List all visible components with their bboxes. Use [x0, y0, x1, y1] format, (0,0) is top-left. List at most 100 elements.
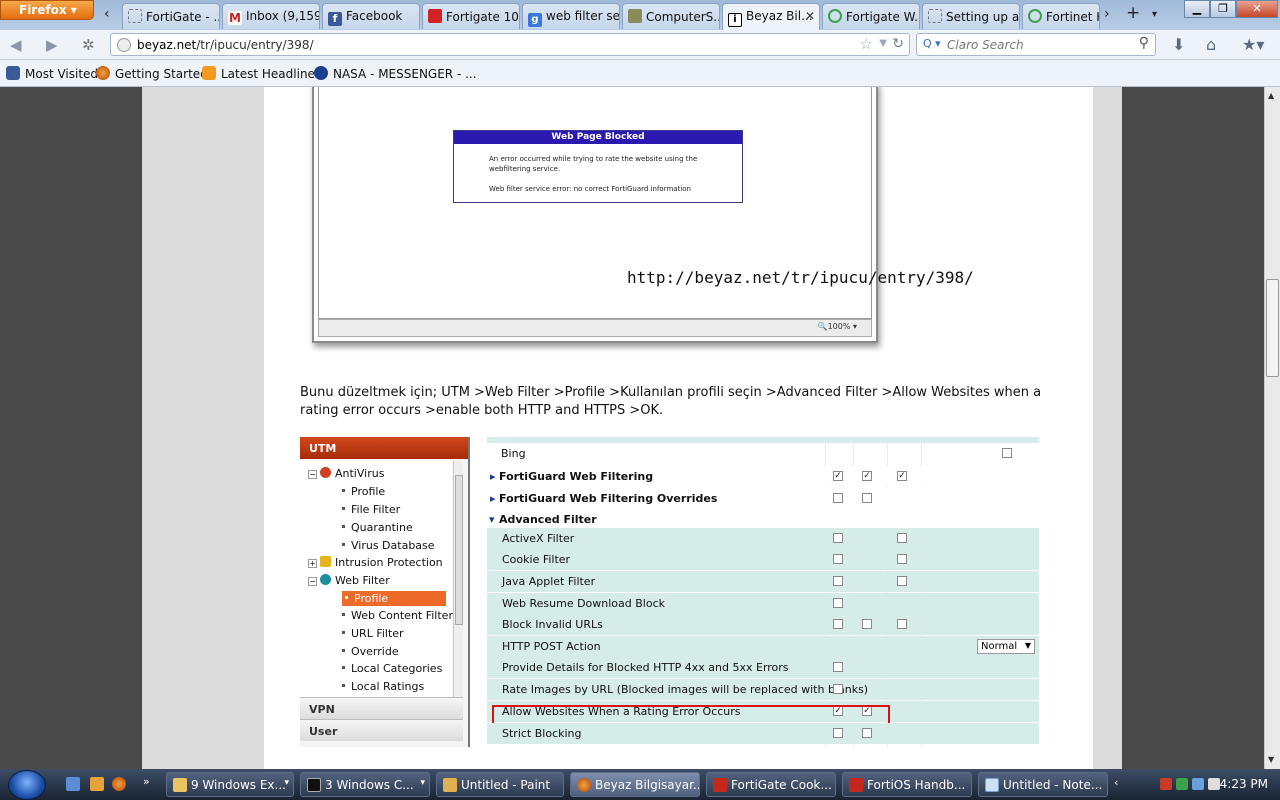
tab-computers[interactable]: ComputerS...: [622, 3, 720, 29]
utm-header[interactable]: UTM: [300, 437, 468, 459]
reload-icon[interactable]: ↻: [892, 36, 904, 52]
close-window-icon[interactable]: ✕: [1236, 0, 1278, 18]
task-fortigate-cookbook[interactable]: FortiGate Cook...: [706, 772, 836, 797]
media-player-icon[interactable]: [90, 777, 104, 791]
tab-fortigate-w[interactable]: Fortigate W...: [822, 3, 920, 29]
checkbox[interactable]: [897, 554, 907, 564]
bookmark-most-visited[interactable]: Most Visited: [6, 66, 98, 81]
downloads-icon[interactable]: ⬇: [1172, 35, 1185, 54]
tray-expand-icon[interactable]: ‹: [1114, 776, 1118, 789]
scroll-down-icon[interactable]: ▼: [1268, 755, 1274, 764]
tab-facebook[interactable]: f Facebook: [322, 3, 420, 29]
tree-quarantine[interactable]: Quarantine: [342, 521, 413, 534]
checkbox[interactable]: [897, 576, 907, 586]
search-engine-icon[interactable]: Q ▾: [923, 37, 941, 50]
checkbox[interactable]: [862, 619, 872, 629]
utm-tree-scrollbar[interactable]: [453, 461, 463, 697]
tree-virus-database[interactable]: Virus Database: [342, 539, 435, 552]
addon-icon[interactable]: ✲: [82, 36, 95, 54]
expand-arrow-icon[interactable]: ▸: [490, 470, 496, 483]
tree-web-content-filter[interactable]: Web Content Filter: [342, 609, 453, 622]
url-bar[interactable]: beyaz.net/tr/ipucu/entry/398/ ☆ ▼ ↻: [110, 33, 910, 56]
show-desktop-icon[interactable]: [66, 777, 80, 791]
collapse-arrow-icon[interactable]: ▾: [489, 513, 495, 526]
tree-intrusion-protection[interactable]: + Intrusion Protection: [308, 556, 443, 569]
scroll-up-icon[interactable]: ▲: [1268, 91, 1274, 100]
tree-local-ratings[interactable]: Local Ratings: [342, 680, 424, 693]
checkbox[interactable]: [833, 662, 843, 672]
collapse-icon[interactable]: −: [308, 577, 317, 586]
task-paint[interactable]: Untitled - Paint: [436, 772, 564, 797]
tab-web-filter-search[interactable]: g web filter se...: [522, 3, 620, 29]
checkbox[interactable]: [833, 619, 843, 629]
network-icon[interactable]: [1192, 778, 1204, 790]
expand-icon[interactable]: +: [308, 559, 317, 568]
forward-icon[interactable]: ▶: [46, 36, 58, 54]
checkbox[interactable]: ✓: [862, 471, 872, 481]
tree-av-profile[interactable]: Profile: [342, 485, 385, 498]
tabs-scroll-left-icon[interactable]: ‹: [104, 6, 110, 22]
firefox-menu-button[interactable]: Firefox ▾: [0, 0, 94, 20]
checkbox[interactable]: [833, 554, 843, 564]
checkbox[interactable]: [897, 619, 907, 629]
checkbox[interactable]: [897, 533, 907, 543]
tab-setting-up[interactable]: Setting up a...: [922, 3, 1020, 29]
close-tab-icon[interactable]: ✕: [805, 9, 815, 23]
bookmark-star-icon[interactable]: ☆: [860, 35, 873, 53]
start-button[interactable]: [8, 770, 46, 800]
tree-wf-profile[interactable]: Profile: [342, 591, 446, 606]
checkbox[interactable]: [862, 493, 872, 503]
tab-fortigate-10[interactable]: Fortigate 10...: [422, 3, 520, 29]
section-user[interactable]: User: [300, 719, 463, 741]
search-icon[interactable]: ⚲: [1139, 35, 1149, 51]
utm-tree-scroll-thumb[interactable]: [455, 475, 463, 625]
tree-antivirus[interactable]: − AntiVirus: [308, 467, 384, 480]
clock[interactable]: 4:23 PM: [1220, 777, 1268, 791]
task-windows-cmd[interactable]: 3 Windows C... ▾: [300, 772, 430, 797]
checkbox[interactable]: ✓: [897, 471, 907, 481]
bookmark-nasa[interactable]: NASA - MESSENGER - ...: [314, 66, 477, 81]
tree-local-categories[interactable]: Local Categories: [342, 662, 442, 675]
tree-web-filter[interactable]: − Web Filter: [308, 574, 390, 587]
checkbox[interactable]: [833, 533, 843, 543]
checkbox[interactable]: [833, 598, 843, 608]
tray-security-icon[interactable]: [1176, 778, 1188, 790]
site-identity-icon[interactable]: [117, 38, 131, 52]
checkbox[interactable]: [833, 576, 843, 586]
collapse-icon[interactable]: −: [308, 470, 317, 479]
page-scrollbar[interactable]: ▲ ▼: [1264, 87, 1280, 769]
tree-file-filter[interactable]: File Filter: [342, 503, 400, 516]
tab-beyaz[interactable]: i Beyaz Bil... ✕: [722, 3, 820, 30]
task-windows-explorer[interactable]: 9 Windows Ex... ▾: [166, 772, 294, 797]
search-input[interactable]: Q ▾ Claro Search ⚲: [916, 33, 1156, 56]
back-icon[interactable]: ◀: [10, 36, 22, 54]
tabs-scroll-right-icon[interactable]: ›: [1104, 6, 1110, 22]
task-firefox-beyaz[interactable]: Beyaz Bilgisayar...: [570, 772, 700, 797]
volume-icon[interactable]: [1208, 778, 1220, 790]
tree-url-filter[interactable]: URL Filter: [342, 627, 404, 640]
checkbox[interactable]: [833, 728, 843, 738]
firefox-quicklaunch-icon[interactable]: [112, 777, 126, 791]
quicklaunch-more-icon[interactable]: »: [143, 775, 150, 788]
tray-app-icon[interactable]: [1160, 778, 1172, 790]
checkbox[interactable]: [1002, 448, 1012, 458]
tab-fortinet-k[interactable]: Fortinet K...: [1022, 3, 1100, 29]
checkbox[interactable]: [862, 728, 872, 738]
tab-inbox[interactable]: M Inbox (9,159...: [222, 3, 320, 29]
tree-override[interactable]: Override: [342, 645, 399, 658]
bookmarks-menu-icon[interactable]: ★▾: [1242, 35, 1264, 54]
url-history-dropdown-icon[interactable]: ▼: [879, 38, 887, 49]
bookmark-latest-headlines[interactable]: Latest Headlines: [202, 66, 321, 81]
restore-icon[interactable]: ❐: [1210, 0, 1236, 18]
checkbox[interactable]: [833, 493, 843, 503]
task-fortios-handbook[interactable]: FortiOS Handb...: [842, 772, 972, 797]
home-icon[interactable]: ⌂: [1206, 35, 1216, 54]
expand-arrow-icon[interactable]: ▸: [490, 492, 496, 505]
page-scroll-thumb[interactable]: [1266, 279, 1279, 377]
task-notepad[interactable]: Untitled - Note...: [978, 772, 1108, 797]
checkbox[interactable]: [833, 684, 843, 694]
minimize-icon[interactable]: ▁: [1184, 0, 1210, 18]
section-vpn[interactable]: VPN: [300, 697, 463, 719]
bookmark-getting-started[interactable]: Getting Started: [96, 66, 208, 81]
checkbox[interactable]: ✓: [833, 471, 843, 481]
